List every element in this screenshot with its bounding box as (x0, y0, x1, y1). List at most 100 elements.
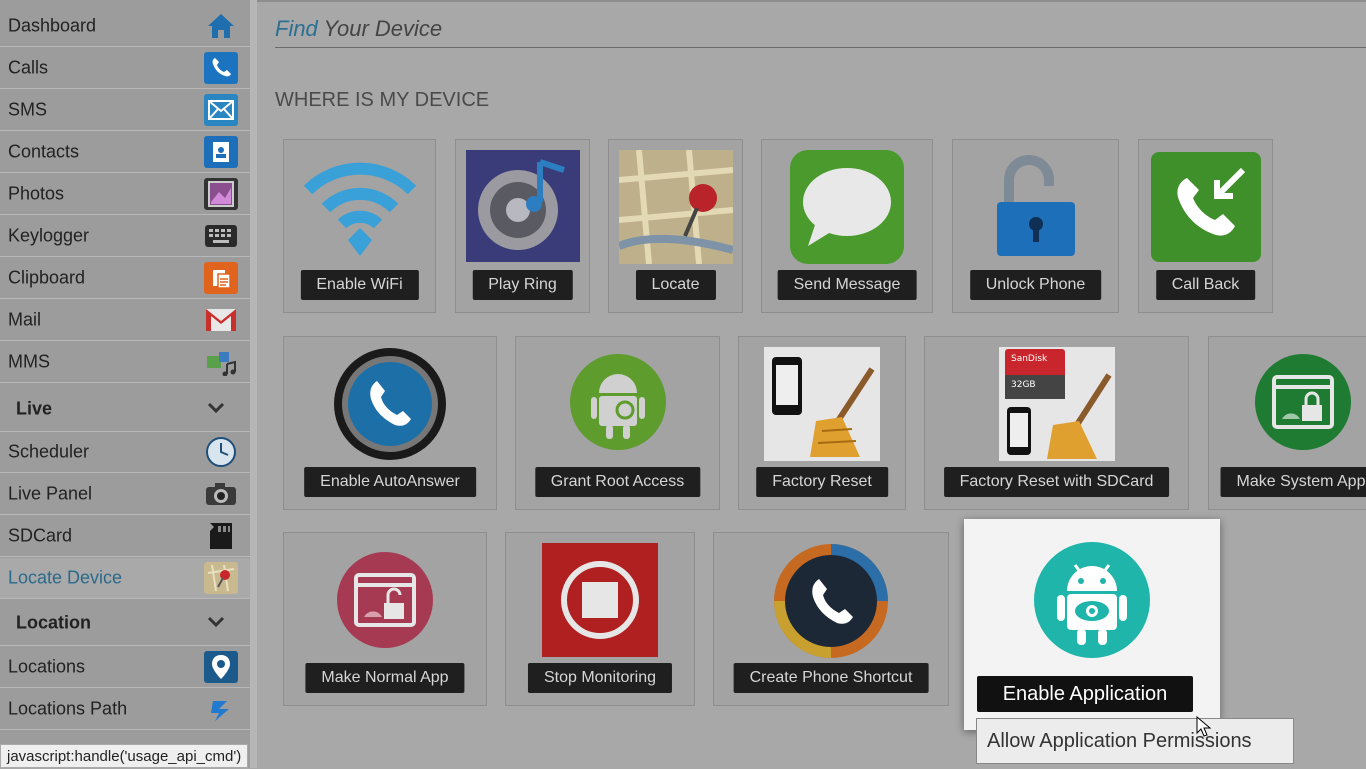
action-card-grant-root-access[interactable]: Grant Root Access (515, 336, 720, 510)
sidebar-item-label: Keylogger (8, 225, 90, 246)
wifi-icon (302, 152, 418, 265)
title-divider (275, 47, 1366, 48)
factory-reset-sdcard-button[interactable]: Factory Reset with SDCard (943, 467, 1170, 497)
sidebar-item-keylogger[interactable]: Keylogger (0, 216, 250, 257)
phone-broom-icon (764, 347, 880, 466)
page-title-accent: Find (275, 16, 318, 41)
action-card-enable-autoanswer[interactable]: Enable AutoAnswer (283, 336, 497, 510)
grant-root-access-button[interactable]: Grant Root Access (534, 467, 701, 497)
enable-wifi-button[interactable]: Enable WiFi (300, 270, 419, 300)
action-card-factory-reset[interactable]: Factory Reset (738, 336, 906, 510)
keyboard-icon (204, 220, 238, 252)
svg-text:SanDisk: SanDisk (1011, 354, 1048, 364)
enable-application-button[interactable]: Enable Application (977, 676, 1193, 712)
action-card-factory-reset-sdcard[interactable]: SanDisk 32GB Factory Reset with SDCard (924, 336, 1189, 510)
sidebar-item-label: Scheduler (8, 441, 90, 462)
action-card-enable-wifi[interactable]: Enable WiFi (283, 139, 436, 313)
stop-monitoring-button[interactable]: Stop Monitoring (527, 663, 673, 693)
sidebar-item-label: MMS (8, 351, 50, 372)
sidebar-item-contacts[interactable]: Contacts (0, 132, 250, 173)
page-title-rest: Your Device (323, 16, 443, 41)
gmail-icon (204, 304, 238, 336)
unlock-phone-button[interactable]: Unlock Phone (969, 270, 1102, 300)
sidebar-item-locations-path[interactable]: Locations Path (0, 689, 250, 730)
sdcard-broom-icon: SanDisk 32GB (998, 347, 1115, 466)
enable-autoanswer-button[interactable]: Enable AutoAnswer (304, 467, 476, 497)
android-lock-icon (1254, 353, 1352, 456)
envelope-icon (204, 94, 238, 126)
auto-answer-phone-icon (333, 347, 447, 466)
action-card-make-system-app[interactable]: Make System App (1208, 336, 1366, 510)
call-back-icon (1150, 152, 1261, 267)
chevron-down-icon (206, 401, 226, 420)
padlock-open-icon (991, 152, 1081, 267)
group-location-label: Location (16, 612, 91, 633)
sidebar-item-dashboard[interactable]: Dashboard (0, 6, 250, 47)
sidebar-item-clipboard[interactable]: Clipboard (0, 258, 250, 299)
android-unlock-icon (336, 551, 434, 654)
stop-icon (542, 543, 658, 662)
send-message-button[interactable]: Send Message (777, 270, 917, 300)
sdcard-icon (204, 520, 238, 552)
action-card-stop-monitoring[interactable]: Stop Monitoring (505, 532, 695, 706)
phone-icon (204, 52, 238, 84)
sidebar-item-mms[interactable]: MMS (0, 342, 250, 383)
speaker-icon (465, 150, 580, 267)
action-card-locate[interactable]: Locate (608, 139, 743, 313)
sidebar-item-scheduler[interactable]: Scheduler (0, 432, 250, 473)
create-phone-shortcut-button[interactable]: Create Phone Shortcut (733, 663, 929, 693)
call-back-button[interactable]: Call Back (1155, 270, 1256, 300)
action-card-send-message[interactable]: Send Message (761, 139, 933, 313)
sidebar-item-label: Live Panel (8, 483, 93, 504)
clock-icon (204, 436, 238, 468)
group-location-header[interactable]: Location (0, 601, 250, 646)
status-bar: javascript:handle('usage_api_cmd') (0, 744, 249, 768)
page-title: Find Your Device (275, 16, 442, 42)
map-pin-icon (617, 149, 734, 269)
action-card-make-normal-app[interactable]: Make Normal App (283, 532, 487, 706)
svg-text:32GB: 32GB (1011, 380, 1036, 390)
action-card-enable-application[interactable]: Enable Application (964, 519, 1220, 730)
mms-icon (204, 346, 238, 378)
location-pin-icon (204, 651, 238, 683)
mouse-cursor-icon (1196, 715, 1212, 743)
action-card-create-phone-shortcut[interactable]: Create Phone Shortcut (713, 532, 949, 706)
section-heading: WHERE IS MY DEVICE (275, 89, 490, 111)
map-pin-icon (204, 562, 238, 594)
sidebar-item-sdcard[interactable]: SDCard (0, 516, 250, 557)
clipboard-icon (204, 262, 238, 294)
sidebar: Dashboard Calls SMS Contacts Photos Keyl… (0, 0, 250, 768)
group-live-header[interactable]: Live (0, 387, 250, 432)
sidebar-item-label: Dashboard (8, 15, 97, 36)
sidebar-item-label: Calls (8, 57, 49, 78)
sidebar-divider[interactable] (250, 0, 257, 768)
make-system-app-button[interactable]: Make System App (1220, 467, 1366, 497)
sidebar-item-label: Contacts (8, 141, 80, 162)
factory-reset-button[interactable]: Factory Reset (756, 467, 888, 497)
action-card-play-ring[interactable]: Play Ring (455, 139, 590, 313)
sidebar-item-label: Clipboard (8, 267, 86, 288)
sidebar-item-live-panel[interactable]: Live Panel (0, 474, 250, 515)
sidebar-item-mail[interactable]: Mail (0, 300, 250, 341)
locate-button[interactable]: Locate (635, 270, 716, 300)
contact-card-icon (204, 136, 238, 168)
sidebar-item-label: SMS (8, 99, 48, 120)
photo-icon (204, 178, 238, 210)
make-normal-app-button[interactable]: Make Normal App (305, 663, 465, 693)
android-gear-icon (569, 353, 667, 456)
play-ring-button[interactable]: Play Ring (472, 270, 573, 300)
sidebar-item-label: Locate Device (8, 567, 123, 588)
sidebar-item-label: SDCard (8, 525, 73, 546)
top-border (257, 0, 1366, 2)
action-card-call-back[interactable]: Call Back (1138, 139, 1273, 313)
sidebar-item-label: Locations Path (8, 698, 128, 719)
sidebar-item-photos[interactable]: Photos (0, 174, 250, 215)
sidebar-item-label: Locations (8, 656, 86, 677)
sidebar-item-locations[interactable]: Locations (0, 647, 250, 688)
path-arrow-icon (204, 693, 238, 725)
sidebar-item-sms[interactable]: SMS (0, 90, 250, 131)
sidebar-item-calls[interactable]: Calls (0, 48, 250, 89)
action-card-unlock-phone[interactable]: Unlock Phone (952, 139, 1119, 313)
sidebar-item-locate-device[interactable]: Locate Device (0, 558, 250, 599)
message-bubble-icon (790, 150, 904, 269)
